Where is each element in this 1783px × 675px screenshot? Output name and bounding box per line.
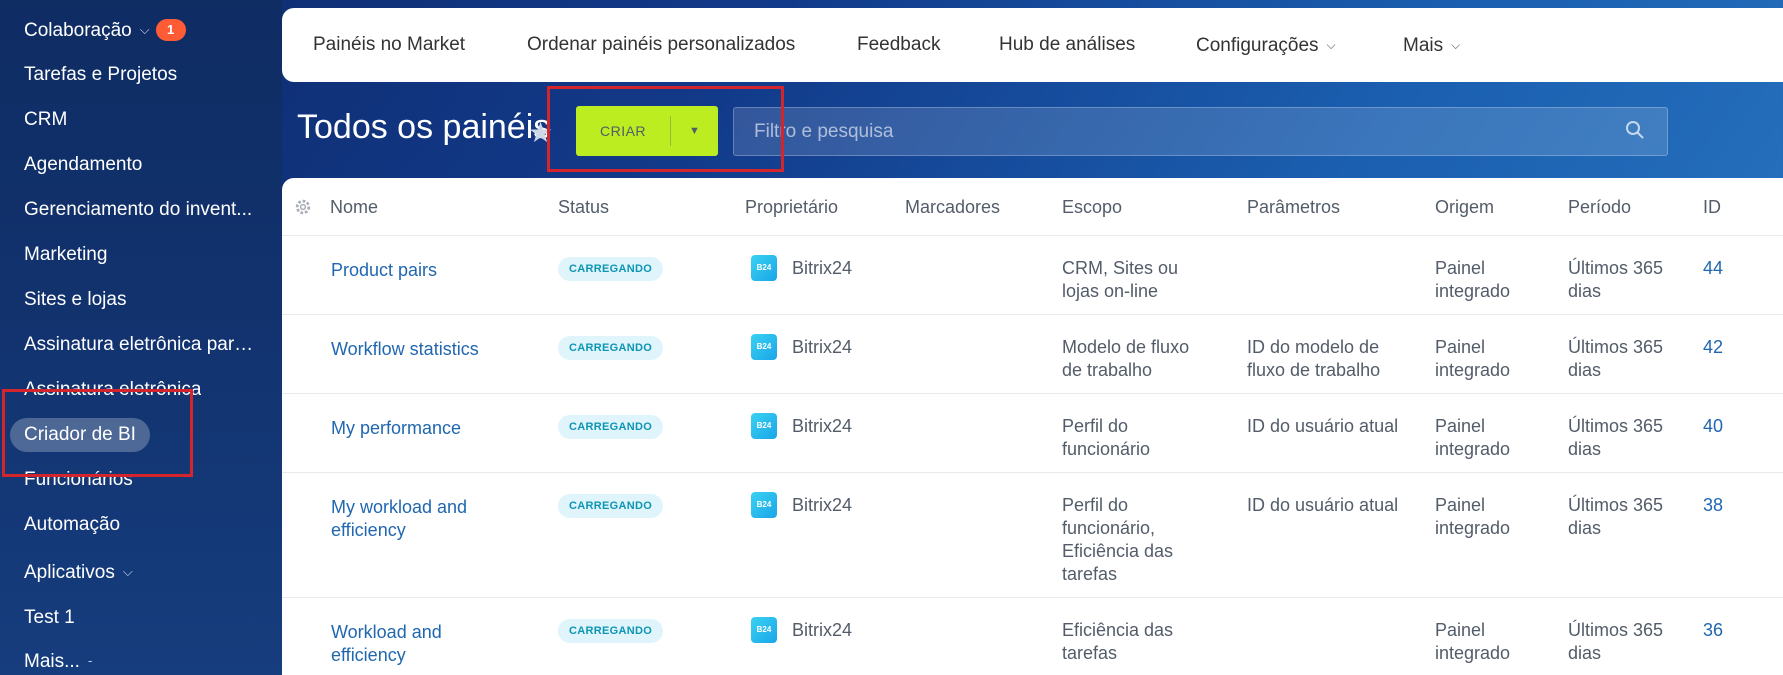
status-badge: CARREGANDO [558, 492, 664, 518]
table-row: Product pairs CARREGANDO B24 Bitrix24 CR… [282, 237, 1783, 315]
column-header-escopo[interactable]: Escopo [1062, 178, 1122, 236]
chevron-down-icon: ⌵ [139, 22, 150, 37]
sidebar-item-mais[interactable]: Mais... - [24, 644, 92, 675]
column-header-proprietario[interactable]: Proprietário [745, 178, 838, 236]
chevron-down-icon: - [87, 653, 93, 668]
dashboard-name-link[interactable]: My workload and efficiency [331, 496, 511, 542]
status-badge: CARREGANDO [558, 334, 664, 360]
create-button-label: CRIAR [599, 123, 647, 139]
gear-icon[interactable] [294, 198, 312, 216]
star-icon[interactable]: ★ [528, 116, 553, 149]
status-badge: CARREGANDO [558, 617, 664, 643]
column-header-marcadores[interactable]: Marcadores [905, 178, 1000, 236]
tab-ordenar-paineis[interactable]: Ordenar painéis personalizados [527, 8, 795, 82]
sidebar-item-automacao[interactable]: Automação [24, 508, 120, 542]
sidebar-item-marketing[interactable]: Marketing [24, 238, 107, 272]
params-text: ID do usuário atual [1247, 416, 1399, 436]
dashboard-id-link[interactable]: 44 [1703, 257, 1723, 280]
top-menu: Painéis no Market Ordenar painéis person… [282, 8, 1783, 82]
tab-mais[interactable]: Mais ⌵ [1403, 8, 1460, 82]
chevron-down-icon: ⌵ [1326, 38, 1336, 52]
sidebar-item-assinatura-para[interactable]: Assinatura eletrônica para... [24, 328, 254, 362]
bitrix24-logo: B24 [751, 334, 777, 360]
dashboard-id-link[interactable]: 38 [1703, 494, 1723, 517]
scope-text: Perfil do funcionário [1062, 416, 1151, 459]
dashboard-id-link[interactable]: 40 [1703, 415, 1723, 438]
search-input[interactable] [734, 108, 1594, 155]
owner-name: Bitrix24 [792, 258, 853, 278]
dashboard-name-link[interactable]: My performance [331, 417, 531, 440]
scope-text: Eficiência das tarefas [1062, 620, 1174, 663]
scope-text: Perfil do funcionário, Eficiência das ta… [1062, 495, 1174, 584]
page-title: Todos os painéis [297, 108, 551, 146]
sidebar-item-crm[interactable]: CRM [24, 103, 67, 137]
chevron-down-icon: ⌵ [1451, 38, 1461, 52]
column-header-nome[interactable]: Nome [330, 178, 378, 236]
period-text: Últimos 365 dias [1568, 337, 1664, 380]
notification-badge: 1 [155, 19, 186, 41]
origin-text: Painel integrado [1435, 620, 1511, 663]
table-row: My performance CARREGANDO B24 Bitrix24 P… [282, 395, 1783, 473]
search-icon[interactable] [1625, 120, 1645, 140]
period-text: Últimos 365 dias [1568, 620, 1664, 663]
search-box[interactable] [733, 107, 1668, 156]
dashboard-name-link[interactable]: Workload and efficiency [331, 621, 511, 667]
dashboard-name-link[interactable]: Product pairs [331, 259, 531, 282]
sidebar-item-aplicativos[interactable]: Aplicativos ⌵ [24, 555, 133, 589]
sidebar-item-sites[interactable]: Sites e lojas [24, 283, 126, 317]
tab-feedback[interactable]: Feedback [857, 8, 940, 82]
table-row: Workload and efficiency CARREGANDO B24 B… [282, 599, 1783, 675]
scope-text: CRM, Sites ou lojas on-line [1062, 258, 1179, 301]
status-badge: CARREGANDO [558, 413, 664, 439]
create-button[interactable]: CRIAR ▼ [576, 106, 718, 156]
origin-text: Painel integrado [1435, 495, 1511, 538]
caret-down-icon[interactable]: ▼ [671, 125, 718, 137]
column-header-id[interactable]: ID [1703, 178, 1721, 236]
column-header-status[interactable]: Status [558, 178, 609, 236]
period-text: Últimos 365 dias [1568, 495, 1664, 538]
tab-configuracoes[interactable]: Configurações ⌵ [1196, 8, 1336, 82]
scope-text: Modelo de fluxo de trabalho [1062, 337, 1190, 380]
column-header-origem[interactable]: Origem [1435, 178, 1494, 236]
dashboard-id-link[interactable]: 36 [1703, 619, 1723, 642]
tab-hub-analises[interactable]: Hub de análises [999, 8, 1135, 82]
sidebar-item-assinatura[interactable]: Assinatura eletrônica [24, 373, 201, 407]
sidebar-item-tarefas[interactable]: Tarefas e Projetos [24, 58, 177, 92]
sidebar-item-inventario[interactable]: Gerenciamento do invent... [24, 193, 252, 227]
origin-text: Painel integrado [1435, 337, 1511, 380]
column-header-periodo[interactable]: Período [1568, 178, 1631, 236]
origin-text: Painel integrado [1435, 258, 1511, 301]
dashboards-table: Nome Status Proprietário Marcadores Esco… [282, 178, 1783, 675]
params-text: ID do modelo de fluxo de trabalho [1247, 337, 1381, 380]
period-text: Últimos 365 dias [1568, 258, 1664, 301]
table-row: Workflow statistics CARREGANDO B24 Bitri… [282, 316, 1783, 394]
tab-paineis-market[interactable]: Painéis no Market [313, 8, 465, 82]
sidebar-item-criador-bi[interactable]: Criador de BI [10, 418, 150, 452]
owner-name: Bitrix24 [792, 337, 853, 357]
sidebar-item-colaboracao[interactable]: Colaboração ⌵ 1 [24, 13, 186, 47]
owner-name: Bitrix24 [792, 495, 853, 515]
origin-text: Painel integrado [1435, 416, 1511, 459]
sidebar-item-funcionarios[interactable]: Funcionários [24, 463, 133, 497]
sidebar-item-test1[interactable]: Test 1 [24, 601, 75, 635]
owner-name: Bitrix24 [792, 620, 853, 640]
left-menu: Colaboração ⌵ 1 Tarefas e Projetos CRM Age… [0, 0, 282, 675]
dashboard-name-link[interactable]: Workflow statistics [331, 338, 531, 361]
dashboard-id-link[interactable]: 42 [1703, 336, 1723, 359]
period-text: Últimos 365 dias [1568, 416, 1664, 459]
table-header: Nome Status Proprietário Marcadores Esco… [282, 178, 1783, 236]
owner-name: Bitrix24 [792, 416, 853, 436]
sidebar-item-agendamento[interactable]: Agendamento [24, 148, 142, 182]
bitrix24-logo: B24 [751, 413, 777, 439]
status-badge: CARREGANDO [558, 255, 664, 281]
table-row: My workload and efficiency CARREGANDO B2… [282, 474, 1783, 598]
bitrix24-logo: B24 [751, 617, 777, 643]
chevron-down-icon: ⌵ [122, 564, 133, 579]
bitrix24-logo: B24 [751, 492, 777, 518]
bitrix24-logo: B24 [751, 255, 777, 281]
column-header-parametros[interactable]: Parâmetros [1247, 178, 1340, 236]
params-text: ID do usuário atual [1247, 495, 1399, 515]
